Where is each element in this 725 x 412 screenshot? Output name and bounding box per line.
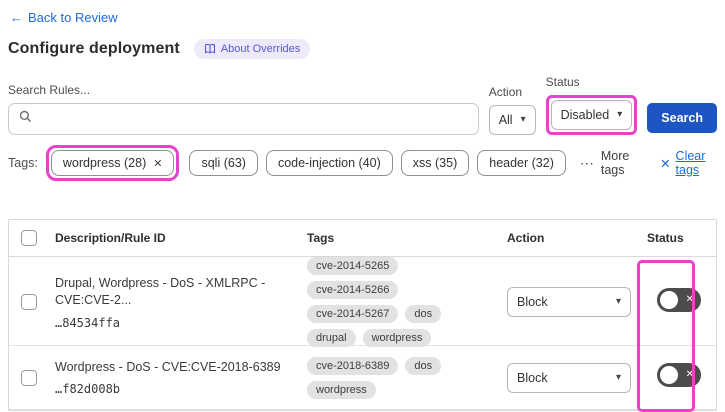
rule-tag: cve-2018-6389 — [307, 356, 399, 375]
column-header-status: Status — [647, 231, 684, 245]
toggle-knob — [660, 290, 678, 309]
status-toggle[interactable]: ✕ — [657, 363, 701, 387]
clear-tags-link[interactable]: ✕ Clear tags — [660, 149, 717, 177]
tag-chip-label: wordpress (28) — [62, 156, 147, 170]
rule-tag: cve-2014-5267 — [307, 305, 399, 323]
rule-tag: wordpress — [362, 329, 432, 347]
tags-bar: Tags: wordpress (28) ✕ sqli (63) code-in… — [8, 145, 717, 181]
chevron-down-icon: ▾ — [520, 114, 526, 125]
search-input-wrapper — [8, 103, 479, 135]
select-all-checkbox[interactable] — [21, 230, 37, 246]
rule-description: Drupal, Wordpress - DoS - XMLRPC - CVE:C… — [55, 275, 266, 308]
rule-tag: dos — [405, 356, 442, 375]
row-action-select[interactable]: Block ▾ — [507, 287, 631, 317]
toggle-knob — [660, 366, 678, 384]
rule-description: Wordpress - DoS - CVE:CVE-2018-6389 — [55, 359, 281, 374]
configure-deployment-page: ← Back to Review Configure deployment Ab… — [0, 0, 725, 412]
about-overrides-label: About Overrides — [220, 43, 301, 55]
page-title: Configure deployment — [8, 40, 180, 57]
tag-chip-xss[interactable]: xss (35) — [400, 150, 470, 176]
filter-row: Search Rules... Action All ▾ Status Disa… — [8, 75, 717, 135]
chevron-down-icon: ▾ — [615, 296, 621, 307]
rule-tags: cve-2018-6389 dos wordpress — [301, 356, 501, 399]
tags-label: Tags: — [8, 156, 38, 170]
status-filter-highlight: Disabled ▾ — [545, 95, 638, 135]
rule-tag: dos — [405, 305, 442, 323]
rule-tags: cve-2014-5265 cve-2014-5266 cve-2014-526… — [301, 257, 501, 347]
ellipsis-icon: ⋯ — [579, 154, 595, 171]
tag-chip-sqli[interactable]: sqli (63) — [189, 150, 258, 176]
row-action-select[interactable]: Block ▾ — [507, 362, 631, 393]
rule-id: …84534ffa — [55, 315, 121, 330]
tag-chip-wordpress[interactable]: wordpress (28) ✕ — [50, 150, 175, 176]
action-select[interactable]: All ▾ — [488, 105, 536, 135]
rule-tag: cve-2014-5266 — [307, 281, 399, 299]
rule-tag: cve-2014-5265 — [307, 257, 399, 275]
title-row: Configure deployment About Overrides — [8, 39, 717, 59]
chevron-down-icon: ▾ — [615, 371, 621, 383]
search-button[interactable]: Search — [647, 103, 717, 133]
chevron-down-icon: ▾ — [617, 109, 623, 120]
row-checkbox[interactable] — [21, 294, 37, 310]
search-icon — [19, 110, 32, 128]
column-header-action: Action — [507, 231, 545, 245]
action-label: Action — [488, 85, 523, 99]
clear-tags-label: Clear tags — [675, 149, 706, 177]
back-link-label: Back to Review — [28, 10, 118, 25]
rule-id: …f82d008b — [55, 382, 121, 397]
tag-chip-code-injection[interactable]: code-injection (40) — [265, 150, 393, 176]
book-icon — [204, 43, 216, 55]
row-action-value: Block — [517, 370, 548, 385]
tag-chip-header[interactable]: header (32) — [477, 150, 566, 176]
selected-tag-highlight: wordpress (28) ✕ — [45, 145, 180, 181]
table-row: Wordpress - DoS - CVE:CVE-2018-6389 …f82… — [9, 346, 716, 410]
status-select-value: Disabled — [560, 108, 610, 122]
rules-table: Description/Rule ID Tags Action Status D… — [8, 219, 717, 412]
table-header: Description/Rule ID Tags Action Status — [9, 220, 716, 257]
row-checkbox[interactable] — [21, 369, 37, 386]
table-row: Drupal, Wordpress - DoS - XMLRPC - CVE:C… — [9, 257, 716, 347]
rule-tag: drupal — [307, 329, 356, 347]
more-tags-label: More tags — [600, 149, 630, 177]
search-rules-label: Search Rules... — [8, 83, 91, 97]
more-tags-button[interactable]: ⋯ More tags — [580, 149, 640, 177]
back-to-review-link[interactable]: ← Back to Review — [10, 10, 118, 25]
clear-x-icon: ✕ — [660, 156, 671, 171]
status-toggle[interactable]: ✕ — [657, 287, 701, 312]
toggle-x-icon: ✕ — [685, 368, 694, 380]
remove-tag-icon[interactable]: ✕ — [153, 157, 162, 170]
status-select[interactable]: Disabled ▾ — [550, 100, 633, 130]
row-action-value: Block — [517, 295, 548, 309]
action-select-value: All — [498, 113, 513, 127]
about-overrides-badge[interactable]: About Overrides — [193, 39, 311, 59]
rule-tag: wordpress — [307, 380, 376, 399]
status-label: Status — [545, 75, 580, 89]
column-header-description: Description/Rule ID — [55, 231, 166, 245]
column-header-tags: Tags — [307, 231, 335, 245]
search-input[interactable] — [39, 111, 468, 127]
toggle-x-icon: ✕ — [685, 293, 694, 305]
back-arrow-icon: ← — [10, 10, 23, 25]
